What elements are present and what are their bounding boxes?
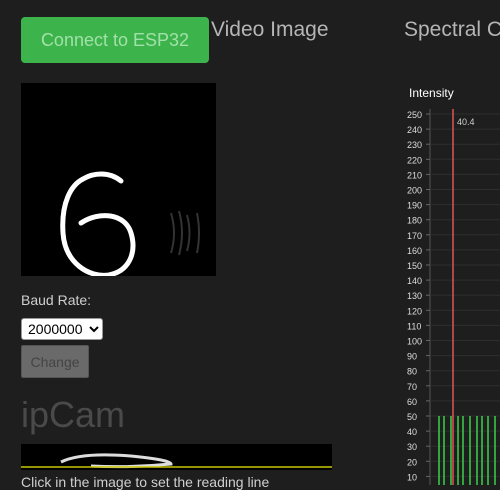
y-tick-label: 180 [407, 216, 422, 226]
digit-six-stroke [60, 171, 136, 276]
y-tick-label: 110 [407, 321, 421, 331]
baud-rate-select[interactable]: 2000000 [21, 318, 103, 340]
digit-image: 6 [60, 171, 200, 276]
y-tick-label: 100 [407, 337, 422, 347]
video-preview[interactable]: 6 [21, 83, 216, 276]
y-tick-label: 50 [407, 412, 417, 422]
spectral-chart-svg: Intensity 250 240 230 220 210 200 190 180 170 160… [407, 86, 500, 485]
y-tick-label: 40 [407, 427, 417, 437]
y-tick-label: 200 [407, 186, 422, 196]
baud-rate-label: Baud Rate: [21, 292, 92, 308]
y-tick-label: 120 [407, 306, 422, 316]
y-tick-label: 230 [407, 140, 422, 150]
y-tick-label: 130 [407, 291, 422, 301]
y-tick-label: 90 [407, 352, 417, 362]
spectral-chart: Intensity 250 240 230 220 210 200 190 180 170 160… [400, 80, 500, 485]
reading-line-hint: Click in the image to set the reading li… [21, 474, 270, 490]
y-axis-label: Intensity [409, 86, 454, 100]
ipcam-view[interactable] [21, 444, 332, 470]
ipcam-image [21, 453, 332, 469]
y-tick-label: 140 [407, 276, 422, 286]
change-button[interactable]: Change [21, 345, 89, 378]
y-tick-label: 240 [407, 125, 422, 135]
y-tick-label: 150 [407, 261, 422, 271]
marker-label: 40.4 [457, 117, 475, 127]
y-tick-label: 250 [407, 110, 422, 120]
y-tick-label: 190 [407, 201, 422, 211]
connect-esp32-button[interactable]: Connect to ESP32 [21, 17, 209, 63]
y-tick-label: 20 [407, 457, 417, 467]
y-tick-label: 30 [407, 442, 417, 452]
ipcam-heading: ipCam [21, 394, 126, 435]
y-tick-label: 160 [407, 246, 422, 256]
noise-strokes [170, 210, 200, 256]
y-tick-label: 220 [407, 155, 422, 165]
y-tick-label: 210 [407, 170, 422, 180]
ipcam-shape [60, 453, 173, 469]
spectral-chart-title: Spectral C [404, 18, 500, 41]
y-tick-label: 80 [407, 367, 417, 377]
y-tick-label: 10 [407, 472, 417, 482]
y-tick-label: 170 [407, 231, 422, 241]
video-image-title: Video Image [211, 18, 329, 41]
y-tick-label: 60 [407, 397, 417, 407]
y-tick-label: 70 [407, 382, 417, 392]
